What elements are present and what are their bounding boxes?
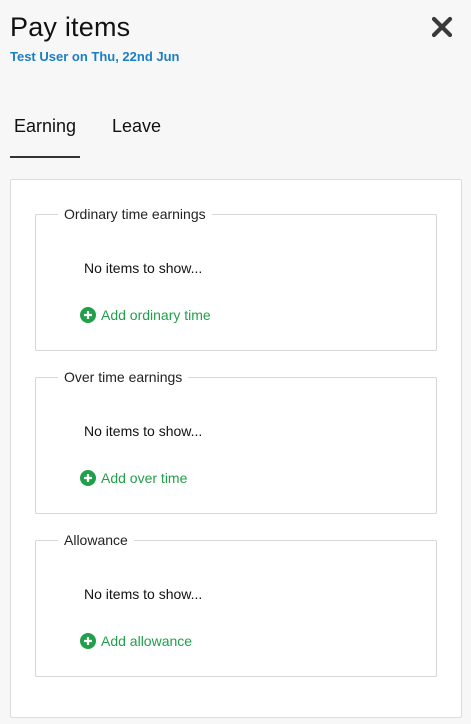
add-over-time-button[interactable]: Add over time — [80, 470, 187, 486]
tab-earning[interactable]: Earning — [10, 104, 80, 158]
group-allowance: Allowance No items to show... Add allowa… — [35, 532, 437, 677]
group-title: Ordinary time earnings — [58, 206, 212, 222]
close-icon — [431, 16, 453, 38]
group-title: Over time earnings — [58, 369, 189, 385]
plus-circle-icon — [80, 470, 96, 486]
plus-circle-icon — [80, 307, 96, 323]
tab-bar: Earning Leave — [10, 104, 165, 158]
group-title: Allowance — [58, 532, 134, 548]
empty-message: No items to show... — [84, 423, 203, 439]
earning-card: Ordinary time earnings No items to show.… — [10, 179, 462, 718]
page-title: Pay items — [10, 12, 131, 42]
close-button[interactable] — [428, 13, 456, 41]
pay-items-panel: Pay items Test User on Thu, 22nd Jun Ear… — [0, 0, 471, 724]
add-allowance-button[interactable]: Add allowance — [80, 633, 192, 649]
add-label: Add over time — [101, 470, 188, 486]
plus-circle-icon — [80, 633, 96, 649]
group-over-time: Over time earnings No items to show... A… — [35, 369, 437, 514]
empty-message: No items to show... — [84, 260, 203, 276]
empty-message: No items to show... — [84, 586, 203, 602]
add-label: Add allowance — [101, 633, 193, 649]
add-ordinary-time-button[interactable]: Add ordinary time — [80, 307, 211, 323]
page-subtitle: Test User on Thu, 22nd Jun — [10, 49, 180, 64]
tab-leave[interactable]: Leave — [108, 104, 165, 156]
add-label: Add ordinary time — [101, 307, 211, 323]
group-ordinary-time: Ordinary time earnings No items to show.… — [35, 206, 437, 351]
